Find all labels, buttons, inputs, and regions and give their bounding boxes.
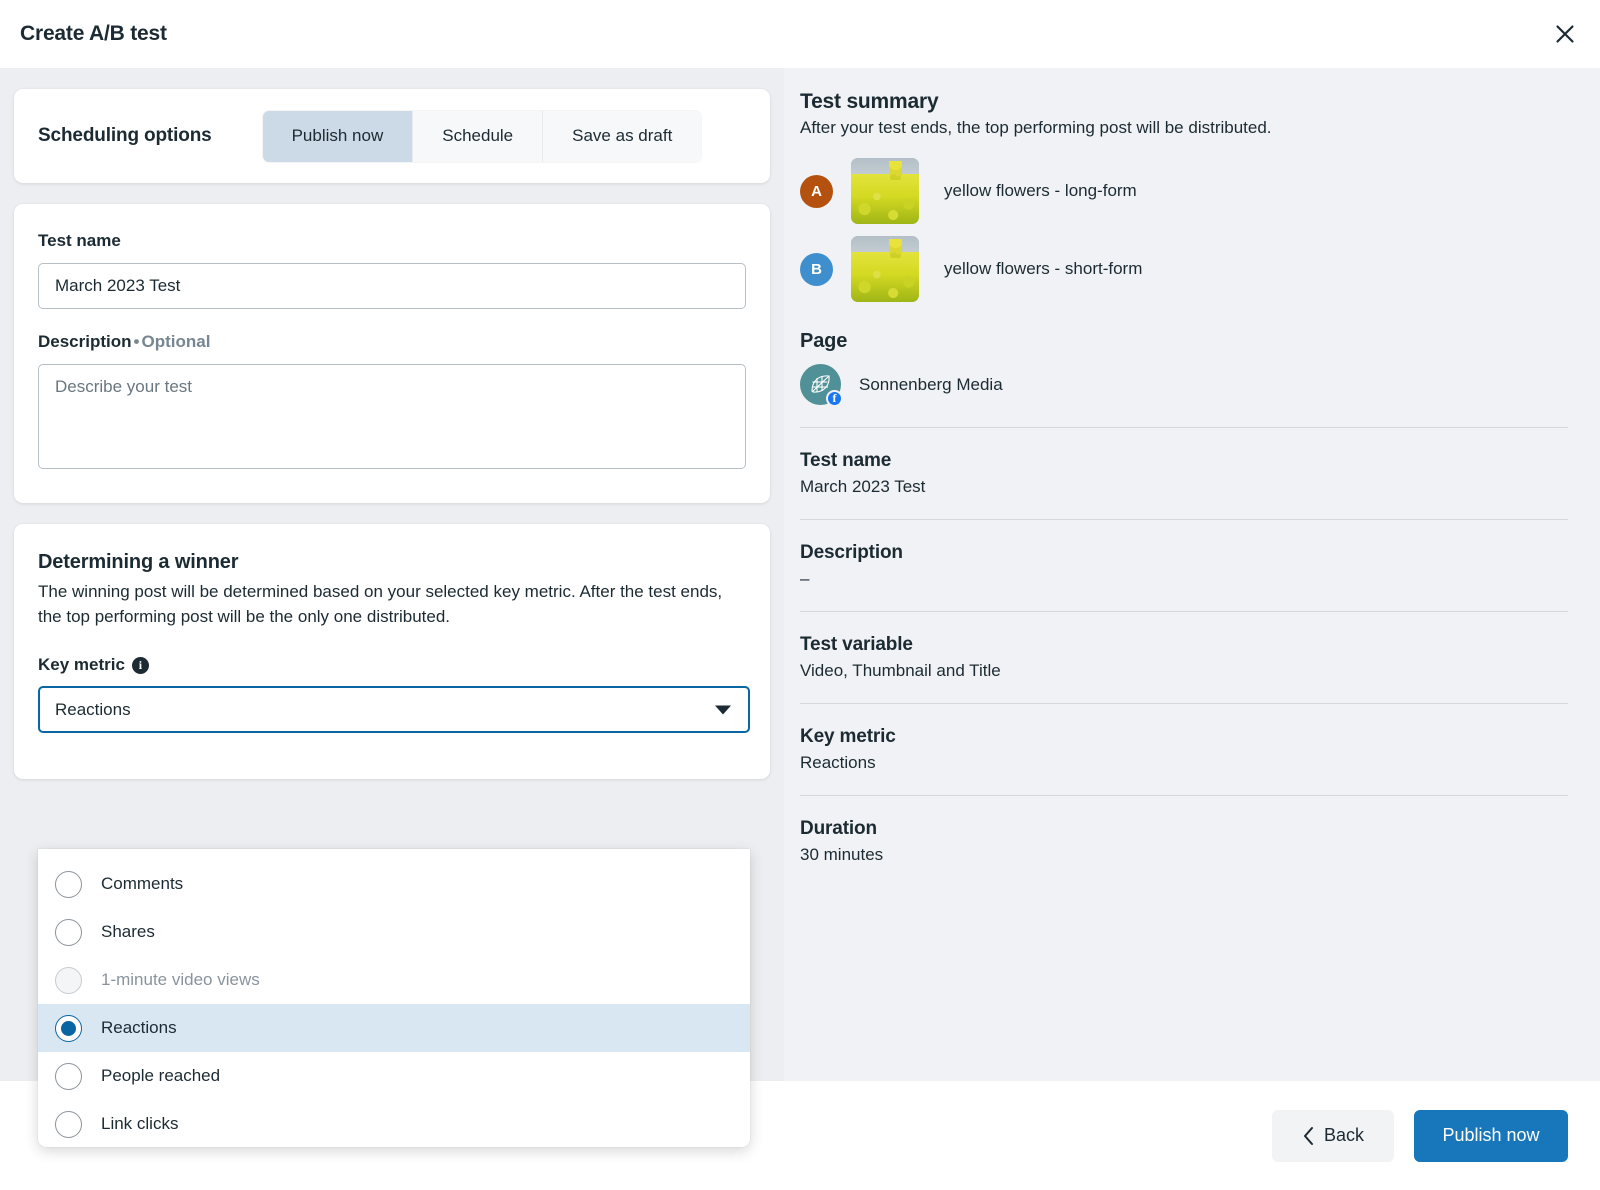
radio-icon	[55, 1110, 82, 1138]
radio-icon	[55, 918, 82, 946]
page-title: Create A/B test	[20, 22, 167, 45]
description-label-separator: •	[133, 332, 140, 351]
summary-value: March 2023 Test	[800, 477, 926, 496]
test-name-label: Test name	[38, 231, 121, 250]
back-button-label: Back	[1323, 1125, 1365, 1145]
modal-header: Create A/B test	[0, 0, 1600, 68]
page-row: f Sonnenberg Media	[800, 364, 1568, 407]
description-optional-tag: Optional	[141, 332, 211, 351]
variant-row: A yellow flowers - long-form	[800, 152, 1568, 230]
test-details-card: Test name Description•Optional	[14, 204, 770, 503]
test-name-input[interactable]	[38, 263, 746, 309]
determining-winner-description: The winning post will be determined base…	[38, 582, 723, 627]
test-summary-heading: Test summary	[800, 90, 939, 113]
test-summary-subtitle: After your test ends, the top performing…	[800, 118, 1272, 137]
variant-badge-b: B	[800, 252, 833, 286]
close-glyph	[1556, 25, 1574, 43]
dropdown-option-reactions[interactable]: Reactions	[38, 1004, 750, 1052]
variant-row: B yellow flowers - short-form	[800, 230, 1568, 308]
thumbnail-sky	[851, 158, 919, 176]
key-metric-select[interactable]: Reactions	[38, 686, 750, 734]
dropdown-option-comments[interactable]: Comments	[38, 860, 750, 908]
dropdown-option-label: 1-minute video views	[101, 970, 260, 989]
description-label-text: Description	[38, 332, 132, 351]
chevron-left-icon	[1303, 1126, 1313, 1145]
determining-winner-heading: Determining a winner	[38, 551, 239, 573]
thumbnail-sky	[851, 236, 919, 254]
determining-winner-card: Determining a winner The winning post wi…	[14, 524, 770, 780]
thumbnail-stalk	[889, 160, 903, 181]
summary-key: Key metric	[800, 726, 896, 747]
summary-field-key-metric: Key metric Reactions	[800, 704, 1568, 795]
segment-schedule[interactable]: Schedule	[413, 110, 544, 162]
dropdown-option-label: Link clicks	[101, 1114, 179, 1133]
summary-value: –	[800, 569, 810, 588]
summary-key: Test variable	[800, 634, 913, 655]
dropdown-option-people-reached[interactable]: People reached	[38, 1052, 750, 1100]
dropdown-option-label: Reactions	[101, 1018, 177, 1037]
scheduling-segmented-control[interactable]: Publish now Schedule Save as draft	[262, 110, 702, 162]
summary-value: 30 minutes	[800, 845, 884, 864]
test-summary-column: Test summary After your test ends, the t…	[784, 68, 1600, 1081]
key-metric-dropdown[interactable]: Comments Shares 1-minute video views Rea…	[38, 849, 750, 1147]
dropdown-option-1-minute-video-views: 1-minute video views	[38, 956, 750, 1004]
thumbnail-field	[851, 173, 919, 224]
key-metric-selected-value: Reactions	[55, 699, 131, 719]
summary-field-description: Description –	[800, 520, 1568, 611]
summary-field-duration: Duration 30 minutes	[800, 796, 1568, 887]
segment-save-as-draft[interactable]: Save as draft	[543, 110, 702, 162]
radio-icon-selected	[55, 1014, 82, 1042]
thumbnail-stalk	[889, 238, 903, 259]
radio-icon	[55, 870, 82, 898]
summary-field-test-variable: Test variable Video, Thumbnail and Title	[800, 612, 1568, 703]
scheduling-options-card: Scheduling options Publish now Schedule …	[14, 89, 770, 183]
dropdown-option-shares[interactable]: Shares	[38, 908, 750, 956]
back-button[interactable]: Back	[1272, 1109, 1394, 1162]
summary-field-test-name: Test name March 2023 Test	[800, 428, 1568, 519]
segment-publish-now[interactable]: Publish now	[262, 110, 414, 162]
summary-key: Test name	[800, 450, 892, 471]
page-name: Sonnenberg Media	[859, 374, 1003, 394]
page-heading: Page	[800, 330, 848, 352]
info-icon[interactable]: i	[131, 656, 149, 674]
variant-title-b: yellow flowers - short-form	[944, 259, 1143, 278]
thumbnail-field	[851, 251, 919, 302]
key-metric-label: Key metric	[38, 655, 125, 675]
facebook-badge-icon: f	[826, 390, 843, 407]
summary-value: Video, Thumbnail and Title	[800, 661, 1001, 680]
description-label: Description • Optional	[38, 332, 746, 352]
key-metric-label-row: Key metric i	[38, 655, 746, 675]
dropdown-option-label: Shares	[101, 922, 155, 941]
radio-icon	[55, 966, 82, 994]
variant-thumbnail-a	[851, 158, 919, 224]
radio-icon	[55, 1062, 82, 1090]
page-avatar-icon: f	[800, 364, 843, 407]
chevron-down-icon	[715, 705, 731, 715]
dropdown-option-link-clicks[interactable]: Link clicks	[38, 1100, 750, 1148]
scheduling-options-label: Scheduling options	[38, 125, 212, 146]
variant-title-a: yellow flowers - long-form	[944, 181, 1137, 200]
description-textarea[interactable]	[38, 364, 746, 469]
dropdown-option-label: Comments	[101, 874, 184, 893]
variant-thumbnail-b	[851, 236, 919, 302]
dropdown-option-label: People reached	[101, 1066, 221, 1085]
close-icon[interactable]	[1544, 13, 1586, 55]
summary-key: Description	[800, 542, 903, 563]
variant-badge-a: A	[800, 174, 833, 208]
summary-key: Duration	[800, 818, 877, 839]
summary-value: Reactions	[800, 753, 876, 772]
create-ab-test-modal: Create A/B test Scheduling options Publi…	[0, 0, 1600, 1190]
publish-now-button[interactable]: Publish now	[1414, 1109, 1568, 1162]
